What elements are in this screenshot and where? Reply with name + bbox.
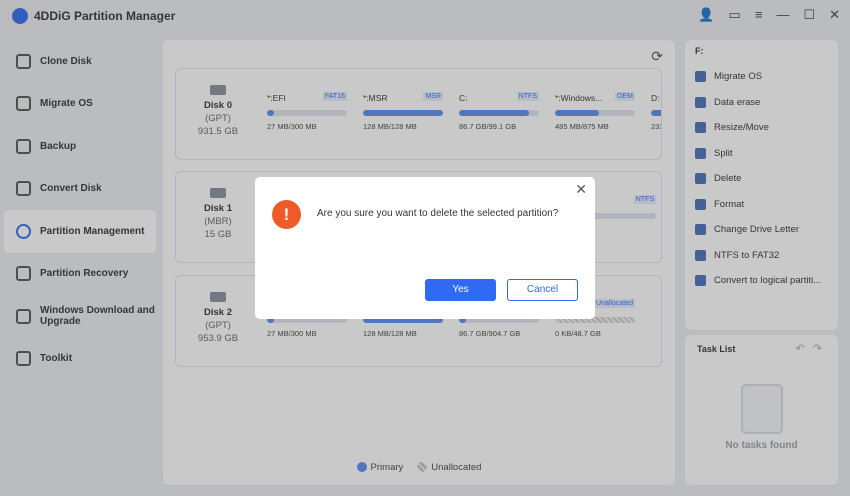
close-dialog-icon[interactable]: ✕ [575,181,587,198]
warning-icon: ! [272,200,301,229]
dialog-message: Are you sure you want to delete the sele… [317,208,559,219]
yes-button[interactable]: Yes [425,279,496,301]
cancel-button[interactable]: Cancel [507,279,578,301]
delete-confirm-dialog: ✕ ! Are you sure you want to delete the … [255,177,595,319]
